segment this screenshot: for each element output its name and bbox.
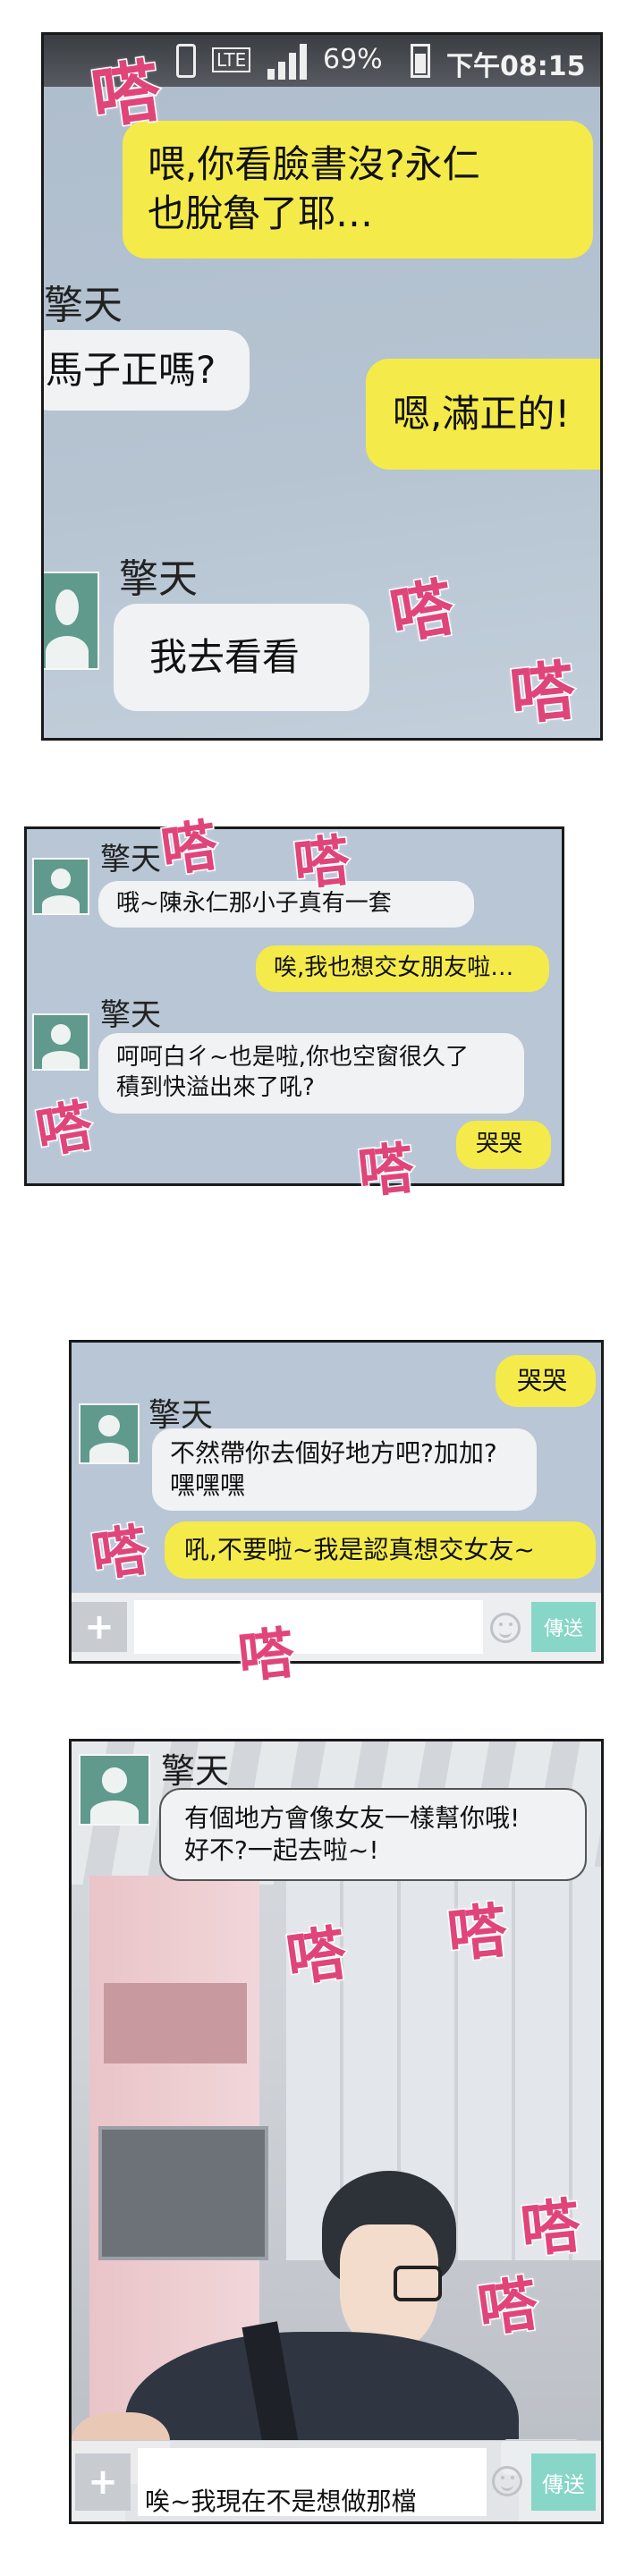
chat-bubble-left: 有個地方會像女友一樣幫你哦! 好不?一起去啦~! xyxy=(159,1788,587,1881)
restroom-sign xyxy=(98,2126,268,2260)
chat-bubble-right: 喂,你看臉書沒?永仁 也脫魯了耶… xyxy=(123,121,593,258)
message-input[interactable] xyxy=(134,1600,483,1654)
contact-name: 擎天 xyxy=(119,556,198,602)
sfx-tap: 嗒 xyxy=(289,826,353,899)
message-text: 呵呵白ㄔ~也是啦,你也空窗很久了 積到快溢出來了吼? xyxy=(116,1044,470,1101)
plus-icon[interactable]: + xyxy=(72,1602,127,1652)
message-text: 馬子正嗎? xyxy=(46,347,216,392)
contact-name: 擎天 xyxy=(161,1751,230,1791)
sfx-tap: 嗒 xyxy=(86,49,167,140)
message-text: 吼,不要啦~我是認真想交女友~ xyxy=(184,1534,535,1564)
contact-avatar xyxy=(79,1754,150,1826)
chat-bubble-left: 我去看看 xyxy=(114,604,369,711)
send-button[interactable]: 傳送 xyxy=(531,2453,596,2511)
sfx-tap: 嗒 xyxy=(443,1894,512,1971)
chat-bubble-left: 不然帶你去個好地方吧?加加? 嘿嘿嘿 xyxy=(152,1428,537,1511)
sfx-tap: 嗒 xyxy=(353,1133,418,1207)
message-text: 哭哭 xyxy=(476,1131,523,1158)
chat-bubble-right: 嗯,滿正的! xyxy=(366,359,600,470)
message-text: 喂,你看臉書沒?永仁 也脫魯了耶… xyxy=(148,142,480,235)
message-text: 哭哭 xyxy=(517,1365,568,1395)
chat-bubble-left: 哦~陳永仁那小子真有一套 xyxy=(98,881,474,928)
draft-text: 唉~我現在不是想做那檔 事啦 xyxy=(145,2487,417,2521)
plus-icon[interactable]: + xyxy=(75,2453,131,2511)
contact-avatar xyxy=(44,572,99,670)
glasses xyxy=(394,2266,442,2301)
chat-bubble-left: 呵呵白ㄔ~也是啦,你也空窗很久了 積到快溢出來了吼? xyxy=(98,1033,524,1114)
emoji-icon[interactable] xyxy=(490,1613,521,1643)
chat-input-bar: + 傳送 xyxy=(72,1592,601,1661)
message-text: 唉,我也想交女朋友啦… xyxy=(274,954,514,982)
battery-percent: 69% xyxy=(323,44,383,75)
chat-bubble-right: 哭哭 xyxy=(456,1121,551,1169)
lte-indicator: LTE xyxy=(212,47,251,72)
message-text: 有個地方會像女友一樣幫你哦! 好不?一起去啦~! xyxy=(184,1802,521,1865)
message-text: 嗯,滿正的! xyxy=(393,391,571,436)
sfx-tap: 嗒 xyxy=(472,2267,543,2346)
sfx-tap: 嗒 xyxy=(86,1515,153,1590)
contact-name: 擎天 xyxy=(100,842,161,877)
contact-avatar xyxy=(32,858,89,915)
panel-1-phone-chat: LTE 69% 下午08:15 喂,你看臉書沒?永仁 也脫魯了耶… 擎天 馬子正… xyxy=(41,32,603,741)
contact-avatar xyxy=(32,1013,89,1071)
chat-bubble-left: 馬子正嗎? xyxy=(44,330,250,411)
panel-3-chat: 哭哭 擎天 不然帶你去個好地方吧?加加? 嘿嘿嘿 吼,不要啦~我是認真想交女友~… xyxy=(69,1340,604,1664)
panel-4-scene: 擎天 有個地方會像女友一樣幫你哦! 好不?一起去啦~! + 唉~我現在不是想做那… xyxy=(69,1739,604,2524)
chat-input-bar: + 唉~我現在不是想做那檔 事啦 傳送 xyxy=(72,2440,601,2521)
sfx-tap: 嗒 xyxy=(505,651,580,735)
signal-icon xyxy=(267,44,307,80)
contact-avatar xyxy=(79,1403,140,1464)
send-button[interactable]: 傳送 xyxy=(531,1602,596,1652)
chat-bubble-right: 唉,我也想交女朋友啦… xyxy=(256,945,549,992)
chat-bubble-right: 吼,不要啦~我是認真想交女友~ xyxy=(165,1521,596,1579)
message-text: 我去看看 xyxy=(149,634,301,679)
emoji-icon[interactable] xyxy=(492,2466,522,2496)
contact-name: 擎天 xyxy=(100,997,161,1033)
panel-2-chat: 擎天 哦~陳永仁那小子真有一套 唉,我也想交女朋友啦… 擎天 呵呵白ㄔ~也是啦,… xyxy=(24,826,564,1186)
phone-icon xyxy=(176,44,196,78)
message-text: 不然帶你去個好地方吧?加加? 嘿嘿嘿 xyxy=(170,1437,497,1500)
sign-board xyxy=(104,1983,247,2063)
chat-bubble-right: 哭哭 xyxy=(496,1355,596,1407)
message-input[interactable]: 唉~我現在不是想做那檔 事啦 xyxy=(138,2448,487,2521)
sfx-tap: 嗒 xyxy=(281,1917,352,1996)
battery-icon xyxy=(411,44,430,78)
contact-name: 擎天 xyxy=(44,283,123,328)
sfx-tap: 嗒 xyxy=(156,810,223,886)
clock: 下午08:15 xyxy=(446,51,586,82)
sfx-tap: 嗒 xyxy=(233,1618,298,1691)
